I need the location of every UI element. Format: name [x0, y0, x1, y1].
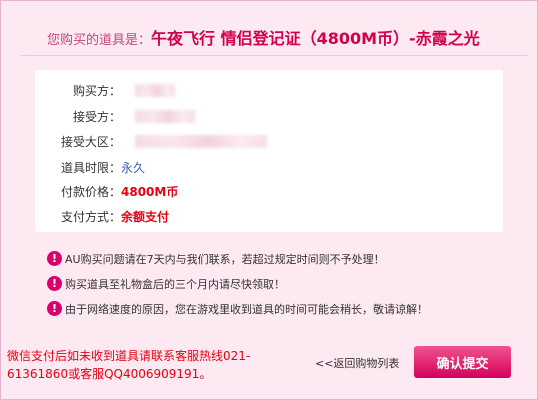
- payment-value: 余额支付: [121, 210, 170, 224]
- notice-text: AU购买问题请在7天内与我们联系，若超过规定时间则不予处理！: [65, 253, 385, 266]
- duration-row: 道具时限： 永久: [35, 159, 503, 177]
- notice-text: 由于网络速度的原因，您在游戏里收到道具的时间可能会稍长，敬请谅解！: [65, 303, 428, 316]
- notice-item: ! 由于网络速度的原因，您在游戏里收到道具的时间可能会稍长，敬请谅解！: [47, 299, 527, 319]
- support-hotline-text: 微信支付后如未收到道具请联系客服热线021-61361860或客服QQ40069…: [7, 349, 251, 381]
- price-value: 4800M币: [121, 185, 179, 199]
- payment-row: 支付方式： 余额支付: [35, 208, 503, 226]
- order-details-panel: 购买方： 接受方： 接受大区： 道具时限： 永久 付款价格： 4800M币 支付…: [35, 70, 503, 232]
- header-prefix: 您购买的道具是：: [47, 33, 152, 48]
- purchase-confirm-dialog: 您购买的道具是：午夜飞行 情侣登记证（4800M币）-赤霞之光 购买方： 接受方…: [0, 0, 538, 400]
- region-label: 接受大区：: [60, 135, 121, 149]
- purchase-header: 您购买的道具是：午夜飞行 情侣登记证（4800M币）-赤霞之光: [47, 25, 527, 49]
- notice-item: ! AU购买问题请在7天内与我们联系，若超过规定时间则不予处理！: [47, 249, 527, 269]
- price-row: 付款价格： 4800M币: [35, 183, 503, 201]
- duration-value: 永久: [121, 161, 146, 175]
- duration-label: 道具时限：: [60, 161, 121, 175]
- notice-text: 购买道具至礼物盒后的三个月内请尽快领取！: [65, 278, 285, 291]
- exclamation-circle-icon: !: [47, 301, 62, 316]
- notice-item: ! 购买道具至礼物盒后的三个月内请尽快领取！: [47, 274, 527, 294]
- confirm-submit-button[interactable]: 确认提交: [414, 346, 511, 378]
- receiver-label: 接受方：: [72, 110, 121, 124]
- buyer-row: 购买方：: [35, 82, 503, 100]
- exclamation-circle-icon: !: [47, 251, 62, 266]
- header-divider: [21, 55, 527, 56]
- receiver-redacted: [135, 110, 195, 123]
- buyer-label: 购买方：: [72, 84, 121, 98]
- back-to-list-link[interactable]: <<返回购物列表: [315, 355, 399, 371]
- region-row: 接受大区：: [35, 133, 503, 151]
- region-redacted: [135, 135, 267, 148]
- exclamation-circle-icon: !: [47, 276, 62, 291]
- item-name: 午夜飞行 情侣登记证（4800M币）-赤霞之光: [151, 29, 480, 48]
- payment-label: 支付方式：: [60, 210, 121, 224]
- price-label: 付款价格：: [60, 185, 121, 199]
- buyer-redacted: [135, 84, 175, 97]
- receiver-row: 接受方：: [35, 108, 503, 126]
